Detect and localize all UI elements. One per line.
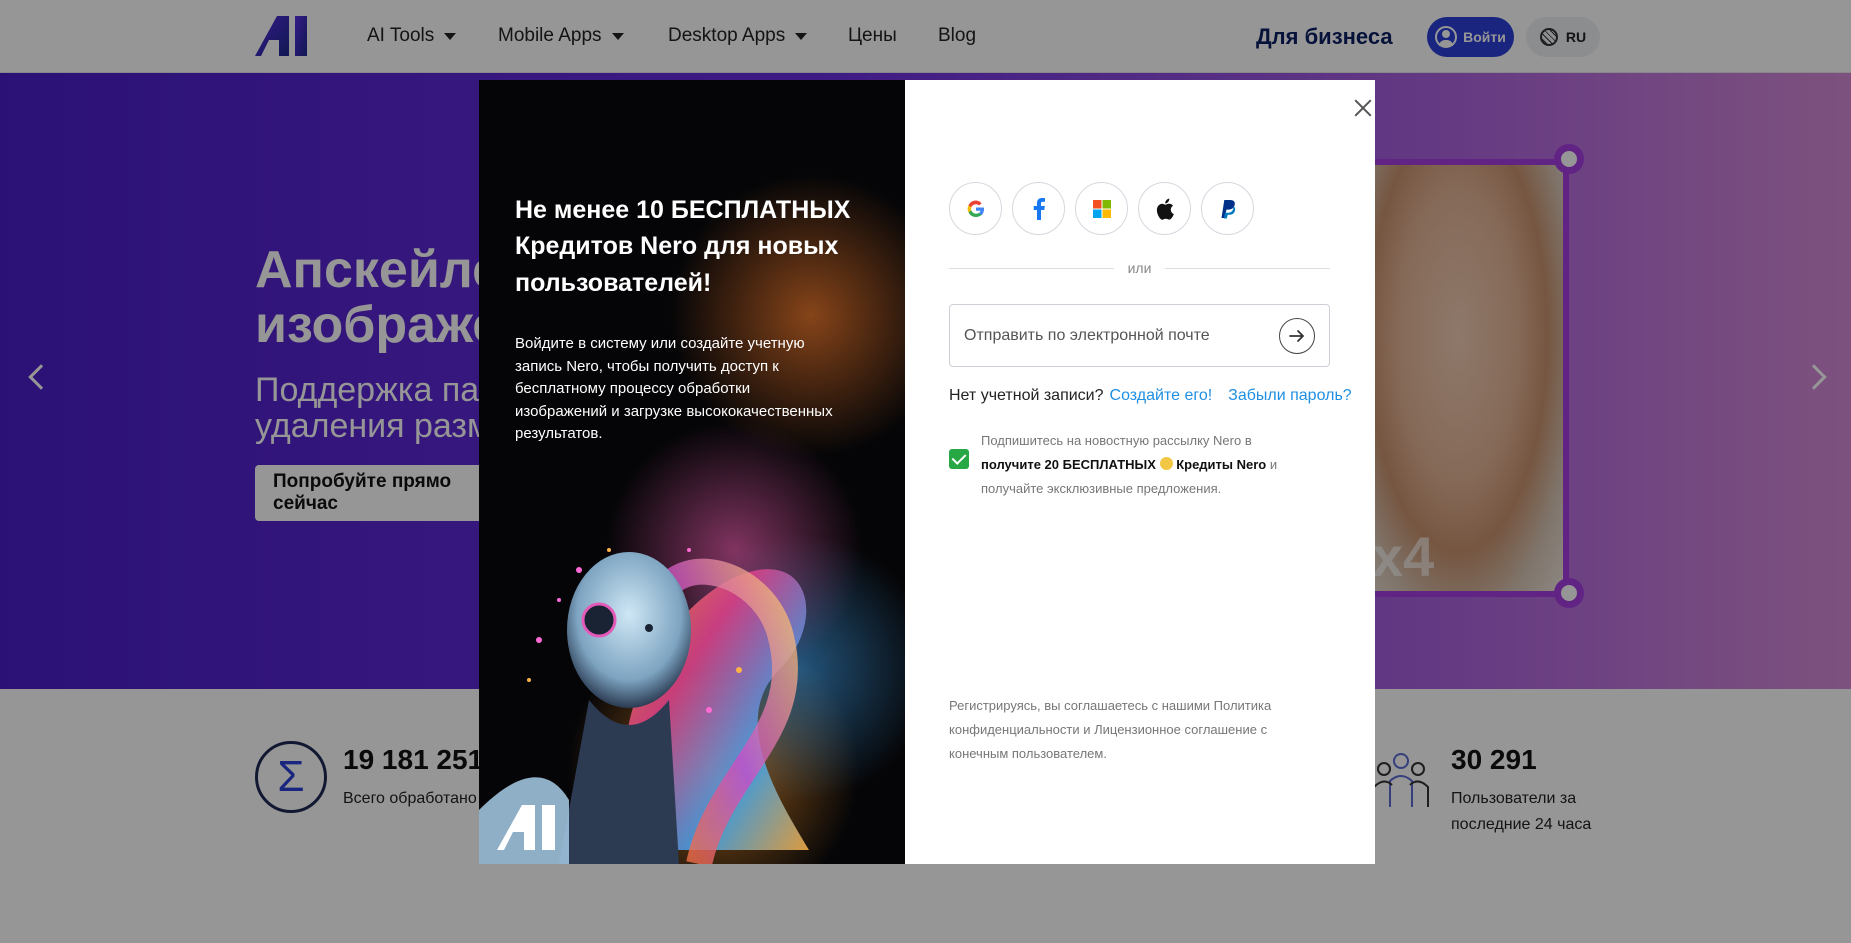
apple-icon <box>1156 198 1174 220</box>
newsletter-text: Подпишитесь на новостную рассылку Nero в… <box>981 429 1277 501</box>
promo-text: Войдите в систему или создайте учетную з… <box>515 335 833 442</box>
email-field-wrapper <box>949 304 1330 367</box>
account-links: Нет учетной записи? Создайте его! Забыли… <box>949 387 1352 405</box>
paypal-icon <box>1221 199 1235 218</box>
login-modal: Не менее 10 БЕСПЛАТНЫХ Кредитов Nero для… <box>479 80 1375 864</box>
social-login-row <box>949 182 1254 235</box>
divider-label: или <box>1127 260 1152 276</box>
facebook-icon <box>1033 197 1045 220</box>
coin-icon <box>1159 457 1173 471</box>
login-panel: или Нет учетной записи? Создайте его! За… <box>905 80 1375 864</box>
promo-panel: Не менее 10 БЕСПЛАТНЫХ Кредитов Nero для… <box>479 80 905 864</box>
or-divider: или <box>949 260 1330 276</box>
paypal-login-button[interactable] <box>1201 182 1254 235</box>
microsoft-icon <box>1092 199 1111 218</box>
newsletter-optin: Подпишитесь на новостную рассылку Nero в… <box>949 429 1330 501</box>
legal-notice: Регистрируясь, вы соглашаетесь с нашими … <box>949 698 1272 762</box>
newsletter-text-post: получайте эксклюзивные предложения. <box>981 481 1222 497</box>
apple-login-button[interactable] <box>1138 182 1191 235</box>
newsletter-text-pre: Подпишитесь на новостную рассылку Nero в <box>981 433 1252 448</box>
close-icon[interactable] <box>1349 94 1377 122</box>
newsletter-text-and: и <box>1269 457 1278 473</box>
newsletter-checkbox[interactable] <box>949 449 969 469</box>
divider-line <box>949 267 1114 269</box>
ai-logo-icon <box>497 805 555 850</box>
create-account-link[interactable]: Создайте его! <box>1110 387 1213 405</box>
google-icon <box>967 200 984 217</box>
email-submit-button[interactable] <box>1279 317 1315 354</box>
arrow-right-icon <box>1289 329 1304 342</box>
forgot-password-link[interactable]: Забыли пароль? <box>1228 387 1352 405</box>
promo-title: Не менее 10 БЕСПЛАТНЫХ Кредитов Nero для… <box>515 196 851 297</box>
no-account-text: Нет учетной записи? <box>949 387 1104 404</box>
newsletter-bonus-text: получите 20 БЕСПЛАТНЫХ <box>981 457 1156 473</box>
google-login-button[interactable] <box>949 182 1002 235</box>
facebook-login-button[interactable] <box>1012 182 1065 235</box>
microsoft-login-button[interactable] <box>1075 182 1128 235</box>
divider-line <box>1165 267 1330 269</box>
newsletter-credits-text: Кредиты Nero <box>1176 457 1267 473</box>
email-field[interactable] <box>964 326 1264 345</box>
